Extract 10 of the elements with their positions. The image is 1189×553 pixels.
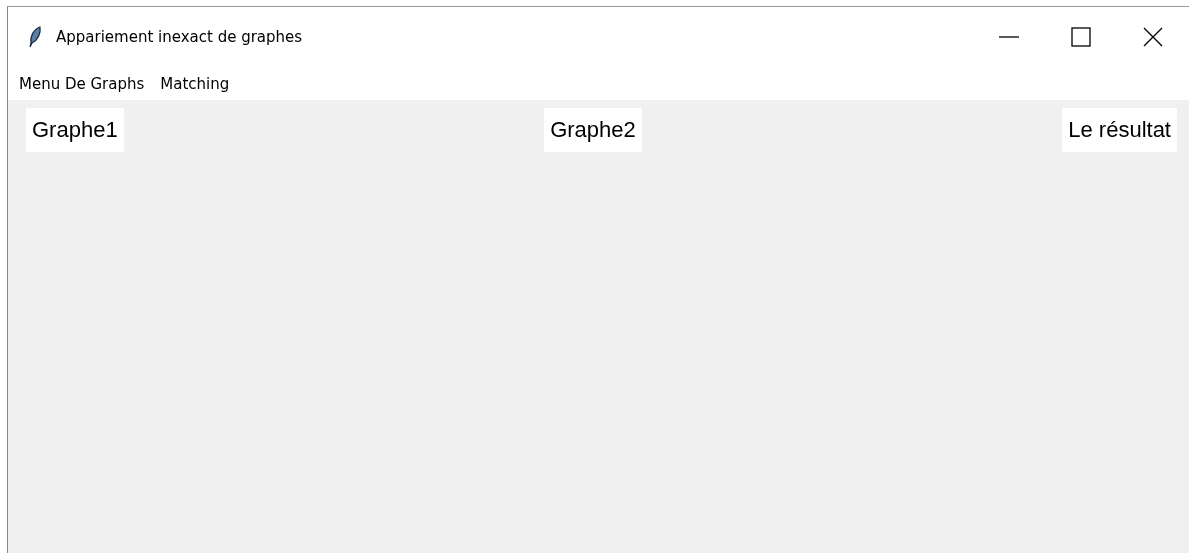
menu-item[interactable]: Menu De Graphs: [13, 72, 151, 95]
menu-item[interactable]: Matching: [154, 72, 236, 95]
graph-label: Le résultat: [1062, 108, 1177, 152]
maximize-icon: [1071, 27, 1091, 47]
graph-label: Graphe1: [26, 108, 124, 152]
minimize-icon: [999, 36, 1019, 38]
window-title: Appariement inexact de graphes: [56, 28, 304, 46]
close-icon: [1143, 27, 1163, 47]
feather-icon: [28, 26, 42, 48]
graph-label: Graphe2: [544, 108, 642, 152]
